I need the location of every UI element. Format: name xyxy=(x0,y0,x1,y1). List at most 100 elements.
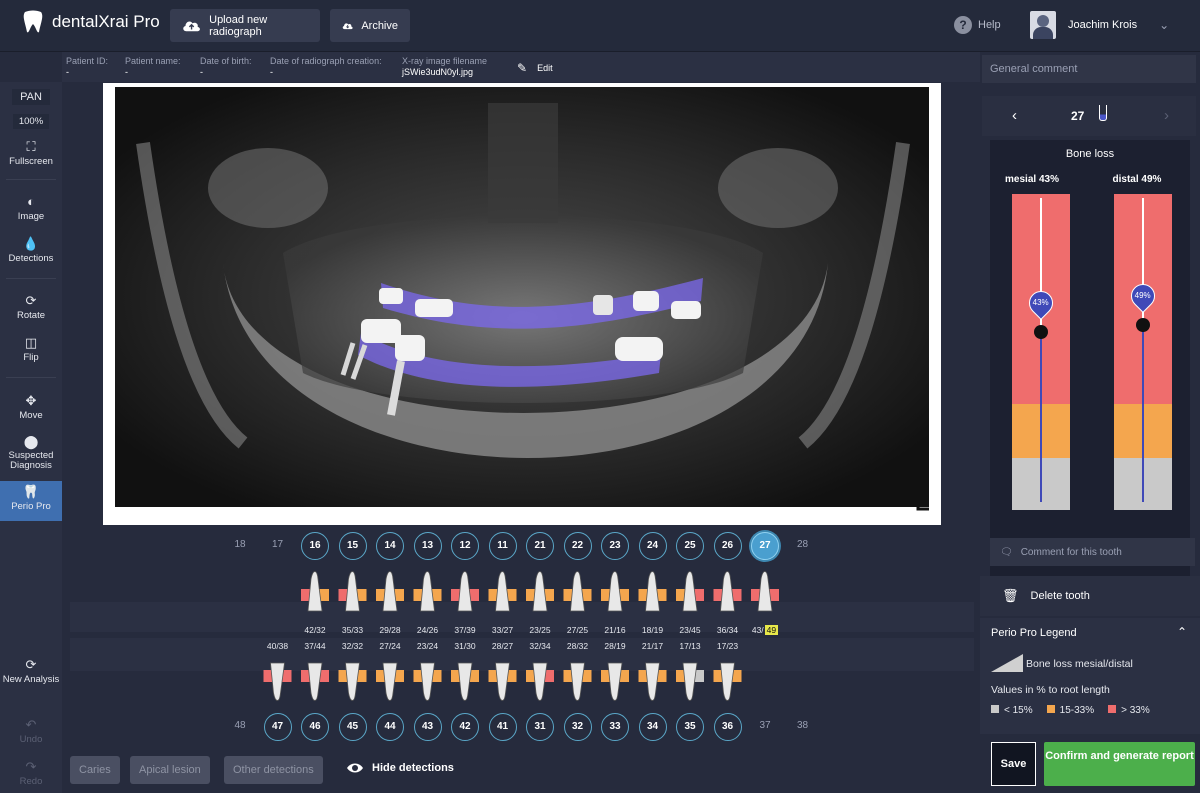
upper-bone-loss-value: 23/25 xyxy=(529,625,551,635)
distal-slider[interactable]: 49% xyxy=(1114,194,1172,510)
lower-tooth-48[interactable]: 48 xyxy=(226,720,254,731)
help-icon: ? xyxy=(954,16,972,34)
lower-tooth-32[interactable]: 32 xyxy=(563,713,592,741)
zoom-level[interactable]: 100% xyxy=(0,114,62,129)
upper-tooth-13[interactable]: 13 xyxy=(413,532,442,560)
chevron-left-icon[interactable]: ‹ xyxy=(1012,107,1017,124)
save-button[interactable]: Save xyxy=(991,742,1036,786)
upper-tooth-26[interactable]: 26 xyxy=(713,532,742,560)
lower-tooth-46[interactable]: 46 xyxy=(301,713,329,741)
lower-tooth-35[interactable]: 35 xyxy=(676,713,704,741)
upper-tooth-22[interactable]: 22 xyxy=(563,532,592,560)
tooth-navigator: ‹ 27 › xyxy=(982,96,1196,136)
hide-detections-toggle[interactable]: Hide detections xyxy=(346,762,454,774)
help-label: Help xyxy=(978,19,1001,31)
chevron-right-icon[interactable]: › xyxy=(1164,107,1169,124)
flip-button[interactable]: ◫ Flip xyxy=(0,336,62,363)
delete-tooth-button[interactable]: 🗑 Delete tooth xyxy=(980,576,1200,616)
upper-tooth-11[interactable]: 11 xyxy=(488,532,517,560)
upper-bone-loss-value: 35/33 xyxy=(341,625,364,635)
xray-viewer[interactable] xyxy=(103,83,941,525)
tooth-comment-input[interactable]: 🗨 Comment for this tooth xyxy=(990,538,1195,566)
lower-tooth-37[interactable]: 37 xyxy=(751,720,779,731)
fullscreen-button[interactable]: ⛶ Fullscreen xyxy=(0,140,62,167)
lower-tooth-34[interactable]: 34 xyxy=(638,713,667,741)
cloud-archive-icon xyxy=(342,22,353,29)
lower-tooth-38[interactable]: 38 xyxy=(789,720,817,731)
caries-filter-button[interactable]: Caries xyxy=(70,756,120,784)
lower-tooth-47[interactable]: 47 xyxy=(263,713,292,741)
lower-bone-loss-value: 37/44 xyxy=(304,641,326,651)
tooth-shape-icon xyxy=(307,662,323,701)
brightness-icon: ◐ xyxy=(27,194,35,209)
upper-tooth-21[interactable]: 21 xyxy=(526,532,554,560)
panoramic-radiograph xyxy=(115,87,929,511)
cloud-upload-icon xyxy=(183,21,200,31)
lower-tooth-43[interactable]: 43 xyxy=(413,713,442,741)
general-comment-input[interactable]: General comment xyxy=(982,55,1196,83)
view-mode-pan[interactable]: PAN xyxy=(0,89,62,105)
trash-icon: 🗑 xyxy=(1002,588,1019,603)
slider-value-label: 43% xyxy=(1032,298,1049,308)
legend-high: > 33% xyxy=(1108,705,1150,716)
user-menu[interactable]: Joachim Krois ⌄ xyxy=(1030,11,1169,39)
lower-tooth-42[interactable]: 42 xyxy=(451,713,479,741)
tooth-shape-icon xyxy=(757,571,773,612)
tooth-shape-icon xyxy=(532,571,548,612)
mesial-slider[interactable]: 43% xyxy=(1012,194,1070,510)
archive-button[interactable]: Archive xyxy=(330,9,410,42)
perio-legend: Perio Pro Legend ⌃ Bone loss mesial/dist… xyxy=(980,618,1200,734)
lower-bone-loss-value: 31/30 xyxy=(454,641,476,651)
suspected-diagnosis-button[interactable]: ⬤ Suspected Diagnosis xyxy=(0,435,62,471)
top-bar: dentalXrai Pro Upload new radiograph Arc… xyxy=(0,0,1200,52)
lower-tooth-41[interactable]: 41 xyxy=(488,713,517,741)
other-detections-filter-button[interactable]: Other detections xyxy=(224,756,323,784)
upper-tooth-15[interactable]: 15 xyxy=(338,532,367,560)
redo-button[interactable]: ↷ Redo xyxy=(0,760,62,787)
archive-label: Archive xyxy=(361,19,398,32)
upload-radiograph-button[interactable]: Upload new radiograph xyxy=(170,9,320,42)
image-button[interactable]: ◐ Image xyxy=(0,195,62,222)
upper-tooth-12[interactable]: 12 xyxy=(451,532,479,560)
tooth-shape-icon xyxy=(495,662,510,701)
lower-tooth-31[interactable]: 31 xyxy=(526,713,554,741)
tooth-shape-icon xyxy=(607,571,623,612)
help-button[interactable]: ? Help xyxy=(954,16,1001,34)
upper-tooth-27[interactable]: 27 xyxy=(751,532,779,560)
upper-tooth-24[interactable]: 24 xyxy=(638,532,667,560)
edit-button[interactable]: ✎ Edit xyxy=(517,61,553,75)
detections-button[interactable]: 💧 Detections xyxy=(0,237,62,264)
perio-pro-button[interactable]: 🦷 Perio Pro xyxy=(0,481,62,521)
lower-tooth-45[interactable]: 45 xyxy=(338,713,367,741)
lower-bone-loss-value: 21/17 xyxy=(641,641,664,651)
lower-bone-loss-value: 28/27 xyxy=(491,641,514,651)
tooth-shape-icon xyxy=(682,571,698,612)
tooth-icon xyxy=(1099,105,1107,121)
upper-tooth-16[interactable]: 16 xyxy=(301,532,329,560)
tooth-shape-icon xyxy=(495,571,510,612)
confirm-report-button[interactable]: Confirm and generate report xyxy=(1044,742,1195,786)
lower-tooth-33[interactable]: 33 xyxy=(601,713,629,741)
bone-loss-panel: Bone loss mesial 43% distal 49% 43% 49% xyxy=(990,140,1190,576)
app-logo[interactable]: dentalXrai Pro xyxy=(22,10,160,34)
upper-tooth-14[interactable]: 14 xyxy=(376,532,404,560)
upper-tooth-23[interactable]: 23 xyxy=(601,532,629,560)
undo-button[interactable]: ↶ Undo xyxy=(0,718,62,745)
apical-lesion-filter-button[interactable]: Apical lesion xyxy=(130,756,210,784)
tooth-logo-icon xyxy=(23,10,43,33)
chevron-up-icon[interactable]: ⌃ xyxy=(1177,625,1187,639)
redo-icon: ↷ xyxy=(25,759,37,774)
upper-tooth-25[interactable]: 25 xyxy=(676,532,704,560)
date-of-birth: Date of birth: - xyxy=(200,56,252,77)
upper-bone-loss-value: 36/34 xyxy=(716,625,739,635)
lower-tooth-44[interactable]: 44 xyxy=(376,713,404,741)
bone-loss-wedge-icon xyxy=(991,654,1023,672)
rotate-button[interactable]: ⟳ Rotate xyxy=(0,294,62,321)
lower-tooth-36[interactable]: 36 xyxy=(713,713,742,741)
upper-tooth-17[interactable]: 17 xyxy=(264,539,292,550)
upper-tooth-28[interactable]: 28 xyxy=(789,539,817,550)
slider-value-label: 49% xyxy=(1134,291,1151,301)
upper-tooth-18[interactable]: 18 xyxy=(226,539,254,550)
tooth-shape-icon xyxy=(420,662,435,701)
move-button[interactable]: ✥ Move xyxy=(0,394,62,421)
